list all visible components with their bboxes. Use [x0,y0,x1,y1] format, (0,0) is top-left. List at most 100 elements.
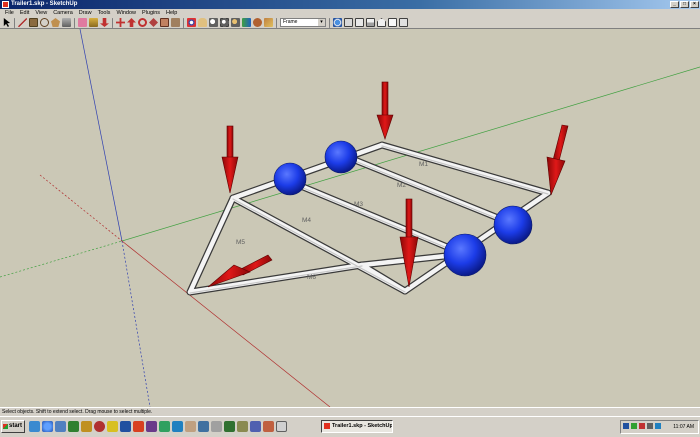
pan-tool-icon[interactable] [198,18,207,27]
window-controls: _ □ × [670,1,699,8]
app-icon[interactable] [94,421,105,432]
rectangle-tool-icon[interactable] [29,18,38,27]
app-icon[interactable] [172,421,183,432]
menu-bar: File Edit View Camera Draw Tools Window … [0,9,700,17]
member-label: M3 [354,201,363,208]
offset-tool-icon[interactable] [171,18,180,27]
joint-node [443,233,487,277]
windows-flag-icon [3,424,8,429]
main-toolbar: Frame ▾ [0,17,700,29]
zoom-tool-icon[interactable] [209,18,218,27]
follow-me-icon[interactable] [149,18,158,27]
menu-help[interactable]: Help [163,9,180,17]
joint-nodes[interactable] [273,140,533,277]
get-photo-texture-icon[interactable] [333,18,342,27]
member-label: M2 [397,182,406,189]
menu-edit[interactable]: Edit [17,9,32,17]
plugin-tool-icon[interactable] [264,18,273,27]
toolbar-separator [14,17,15,28]
close-button[interactable]: × [690,1,699,8]
show-desktop-icon[interactable] [29,421,40,432]
windows-taskbar: start Trailer1.skp - SketchUp 11:07 AM [0,416,700,437]
joint-node [273,162,307,196]
app-icon[interactable] [224,421,235,432]
move-tool-icon[interactable] [116,18,125,27]
app-icon[interactable] [276,421,287,432]
left-view-icon[interactable] [399,18,408,27]
quick-launch [29,421,287,432]
top-view-icon[interactable] [355,18,364,27]
clock[interactable]: 11:07 AM [673,422,694,433]
app-icon[interactable] [120,421,131,432]
joint-node [493,205,533,245]
3d-viewport[interactable]: M1 M2 M3 M4 M5 M6 [0,29,700,407]
start-label: start [9,423,23,429]
sketchup-app-icon [324,423,330,429]
status-bar: Select objects. Shift to extend select. … [0,407,700,416]
orbit-tool-icon[interactable] [187,18,196,27]
taskbar-item-sketchup[interactable]: Trailer1.skp - SketchUp [321,420,393,433]
menu-tools[interactable]: Tools [95,9,114,17]
eraser-tool-icon[interactable] [78,18,87,27]
next-view-icon[interactable] [253,18,262,27]
app-icon[interactable] [237,421,248,432]
iso-view-icon[interactable] [344,18,353,27]
tray-app-icon[interactable] [639,423,645,429]
load-arrow [399,198,419,288]
scale-tool-icon[interactable] [160,18,169,27]
toolbar-separator [74,17,75,28]
title-bar: Trailer1.skp - SketchUp _ □ × [0,0,700,9]
line-tool-icon[interactable] [18,18,27,27]
circle-tool-icon[interactable] [40,18,49,27]
zoom-extents-icon[interactable] [231,18,240,27]
green-axis-dotted [0,240,123,278]
app-icon[interactable] [185,421,196,432]
tray-app-icon[interactable] [655,423,661,429]
paint-bucket-icon[interactable] [100,18,109,27]
right-view-icon[interactable] [377,18,386,27]
app-icon[interactable] [198,421,209,432]
app-icon[interactable] [68,421,79,432]
sketchup-app-icon [2,1,9,8]
menu-file[interactable]: File [2,9,17,17]
push-pull-icon[interactable] [127,18,136,27]
menu-window[interactable]: Window [113,9,139,17]
select-tool-icon[interactable] [3,18,11,27]
app-icon[interactable] [250,421,261,432]
menu-draw[interactable]: Draw [76,9,95,17]
internet-explorer-icon[interactable] [42,421,53,432]
front-view-icon[interactable] [366,18,375,27]
tray-app-icon[interactable] [631,423,637,429]
previous-view-icon[interactable] [242,18,251,27]
menu-plugins[interactable]: Plugins [139,9,163,17]
app-icon[interactable] [146,421,157,432]
rotate-tool-icon[interactable] [138,18,147,27]
model-canvas[interactable]: M1 M2 M3 M4 M5 M6 [0,29,700,407]
app-icon[interactable] [107,421,118,432]
menu-view[interactable]: View [32,9,50,17]
member-label: M1 [419,161,428,168]
tape-measure-icon[interactable] [89,18,98,27]
make-component-icon[interactable] [62,18,71,27]
chevron-down-icon[interactable]: ▾ [318,19,325,26]
style-select[interactable]: Frame ▾ [280,18,326,27]
tray-network-icon[interactable] [623,423,629,429]
tray-volume-icon[interactable] [647,423,653,429]
maximize-button[interactable]: □ [680,1,689,8]
polygon-tool-icon[interactable] [51,18,60,27]
app-icon[interactable] [81,421,92,432]
app-icon[interactable] [159,421,170,432]
app-icon[interactable] [263,421,274,432]
minimize-button[interactable]: _ [670,1,679,8]
tray-icons [623,423,661,429]
start-button[interactable]: start [1,420,25,433]
joint-node [324,140,358,174]
back-view-icon[interactable] [388,18,397,27]
zoom-window-icon[interactable] [220,18,229,27]
app-icon[interactable] [211,421,222,432]
toolbar-separator [112,17,113,28]
app-icon[interactable] [133,421,144,432]
explorer-icon[interactable] [55,421,66,432]
menu-camera[interactable]: Camera [50,9,76,17]
red-axis-dotted [39,174,123,242]
